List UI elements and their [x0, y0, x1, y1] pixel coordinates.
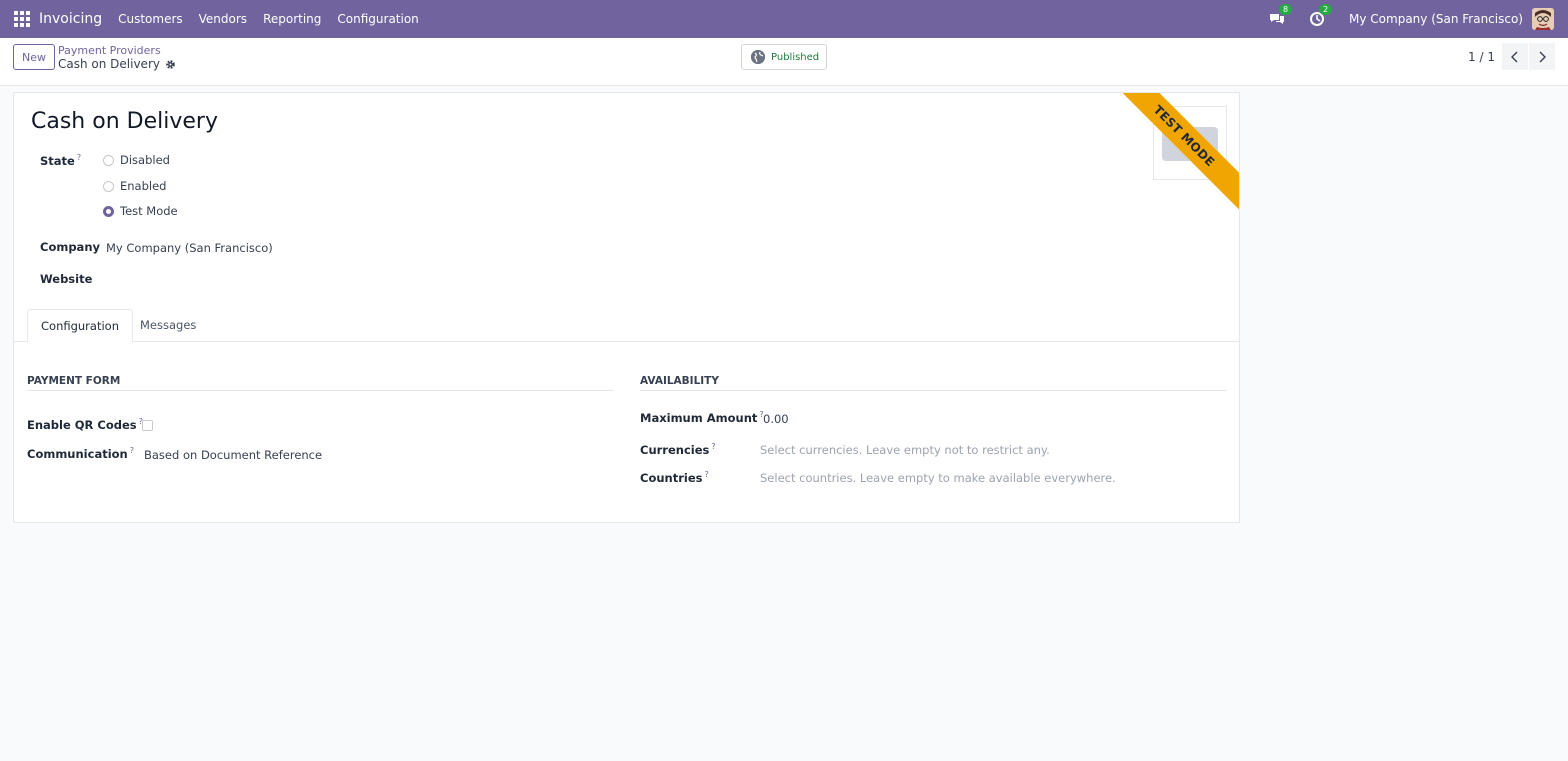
new-button[interactable]: New: [13, 44, 55, 70]
availability-group-title: AVAILABILITY: [640, 375, 1227, 391]
communication-field[interactable]: Based on Document Reference: [144, 448, 322, 462]
pager-next-button[interactable]: [1529, 43, 1555, 70]
maximum-amount-label: Maximum Amount?: [640, 410, 764, 425]
published-button[interactable]: Published: [741, 44, 827, 70]
tab-messages[interactable]: Messages: [127, 309, 209, 342]
state-option-test-mode[interactable]: Test Mode: [103, 204, 178, 218]
notebook-tabs: Configuration Messages: [14, 309, 1239, 342]
provider-image[interactable]: [1153, 106, 1227, 180]
tab-configuration[interactable]: Configuration: [27, 309, 133, 342]
communication-help-icon[interactable]: ?: [130, 446, 134, 455]
currencies-field[interactable]: Select currencies. Leave empty not to re…: [760, 443, 1050, 457]
menu-vendors[interactable]: Vendors: [199, 12, 247, 26]
avatar-icon: [1532, 8, 1554, 30]
company-label: Company: [40, 240, 100, 254]
user-avatar[interactable]: [1532, 8, 1554, 30]
radio-label-disabled: Disabled: [120, 153, 170, 167]
enable-qr-codes-checkbox[interactable]: [142, 420, 153, 431]
breadcrumb-current: Cash on Delivery: [58, 57, 160, 71]
communication-label: Communication?: [27, 446, 134, 461]
payment-form-group-title: PAYMENT FORM: [27, 375, 614, 391]
state-option-enabled[interactable]: Enabled: [103, 179, 166, 193]
currencies-help-icon[interactable]: ?: [711, 442, 715, 451]
state-option-disabled[interactable]: Disabled: [103, 153, 170, 167]
countries-field[interactable]: Select countries. Leave empty to make av…: [760, 471, 1116, 485]
breadcrumb-payment-providers[interactable]: Payment Providers: [58, 44, 176, 57]
gear-icon[interactable]: [165, 59, 176, 70]
activities-button[interactable]: 2: [1309, 4, 1333, 27]
radio-test-mode[interactable]: [103, 205, 114, 217]
chevron-left-icon: [1511, 51, 1518, 62]
radio-label-test-mode: Test Mode: [120, 204, 178, 218]
pager-value[interactable]: 1 / 1: [1468, 50, 1495, 64]
app-name[interactable]: Invoicing: [39, 11, 102, 27]
top-navbar: Invoicing Customers Vendors Reporting Co…: [0, 0, 1568, 38]
chevron-right-icon: [1539, 51, 1546, 62]
countries-label: Countries?: [640, 470, 709, 485]
breadcrumb: Payment Providers Cash on Delivery: [58, 44, 176, 71]
company-switcher[interactable]: My Company (San Francisco): [1349, 12, 1523, 26]
form-sheet: Cash on Delivery TEST MODE State? Disabl…: [13, 92, 1240, 523]
menu-customers[interactable]: Customers: [118, 12, 183, 26]
messages-count-badge: 8: [1279, 4, 1293, 15]
published-label: Published: [771, 51, 820, 63]
menu-reporting[interactable]: Reporting: [263, 12, 321, 26]
menu-configuration[interactable]: Configuration: [337, 12, 418, 26]
record-title[interactable]: Cash on Delivery: [31, 109, 218, 134]
maximum-amount-field[interactable]: 0.00: [763, 412, 789, 426]
currencies-label: Currencies?: [640, 442, 716, 457]
messages-button[interactable]: 8: [1269, 4, 1293, 27]
radio-enabled[interactable]: [103, 180, 114, 192]
radio-label-enabled: Enabled: [120, 179, 167, 193]
countries-help-icon[interactable]: ?: [704, 470, 708, 479]
image-placeholder: [1162, 127, 1218, 161]
website-label: Website: [40, 272, 93, 286]
pager-previous-button[interactable]: [1502, 43, 1528, 70]
state-label: State?: [40, 153, 82, 168]
activities-count-badge: 2: [1319, 4, 1333, 15]
enable-qr-codes-label: Enable QR Codes?: [27, 417, 143, 432]
globe-icon: [751, 50, 765, 64]
navbar-systray: 8 2 My Company (San Francisco): [1269, 0, 1554, 38]
radio-disabled[interactable]: [103, 154, 114, 166]
apps-grid-icon[interactable]: [14, 11, 30, 27]
company-field[interactable]: My Company (San Francisco): [106, 241, 273, 255]
control-panel: New Payment Providers Cash on Delivery P…: [0, 38, 1568, 86]
state-help-icon[interactable]: ?: [77, 153, 81, 162]
